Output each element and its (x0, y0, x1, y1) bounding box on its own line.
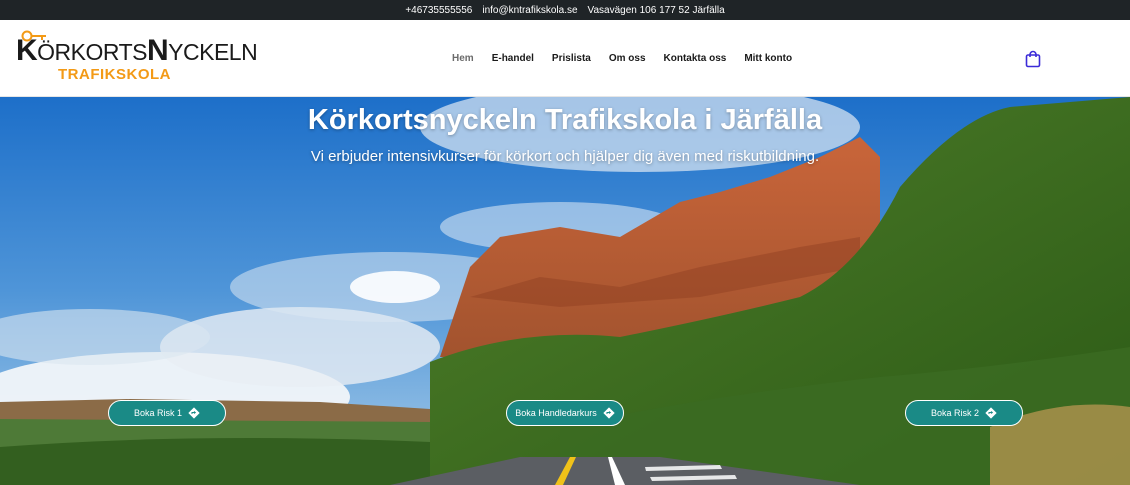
nav-item-om-oss[interactable]: Om oss (609, 53, 646, 64)
boka-risk-1-label: Boka Risk 1 (133, 408, 183, 418)
boka-handledarkurs-button[interactable]: Boka Handledarkurs (506, 400, 624, 426)
directions-icon (985, 407, 997, 419)
boka-risk-1-button[interactable]: Boka Risk 1 (108, 400, 226, 426)
phone-number[interactable]: +46735555556 (405, 5, 472, 16)
boka-risk-2-button[interactable]: Boka Risk 2 (905, 400, 1023, 426)
hero-section: Körkortsnyckeln Trafikskola i Järfälla V… (0, 97, 1130, 485)
hero-subtitle: Vi erbjuder intensivkurser för körkort o… (310, 148, 820, 165)
nav-item-kontakta-oss[interactable]: Kontakta oss (664, 53, 727, 64)
shopping-bag-icon[interactable] (1025, 50, 1041, 68)
logo-wordmark: KÖRKORTSNYCKELN (16, 34, 258, 67)
street-address: Vasavägen 106 177 52 Järfälla (587, 4, 725, 16)
nav-item-e-handel[interactable]: E-handel (492, 53, 534, 64)
email-address[interactable]: info@kntrafikskola.se (482, 5, 577, 16)
directions-icon (188, 407, 200, 419)
boka-handledarkurs-label: Boka Handledarkurs (515, 408, 597, 418)
nav-item-mitt-konto[interactable]: Mitt konto (744, 53, 792, 64)
hero-title: Körkortsnyckeln Trafikskola i Järfälla (307, 104, 823, 136)
site-header: KÖRKORTSNYCKELN TRAFIKSKOLA Hem E-handel… (0, 20, 1130, 97)
logo-subtitle: TRAFIKSKOLA (58, 66, 171, 83)
main-navigation: Hem E-handel Prislista Om oss Kontakta o… (452, 20, 792, 96)
directions-icon (603, 407, 615, 419)
boka-risk-2-label: Boka Risk 2 (930, 408, 980, 418)
nav-item-prislista[interactable]: Prislista (552, 53, 591, 64)
top-info-bar: +46735555556 info@kntrafikskola.se Vasav… (0, 0, 1130, 20)
nav-item-hem[interactable]: Hem (452, 53, 474, 64)
site-logo[interactable]: KÖRKORTSNYCKELN TRAFIKSKOLA (16, 30, 258, 86)
